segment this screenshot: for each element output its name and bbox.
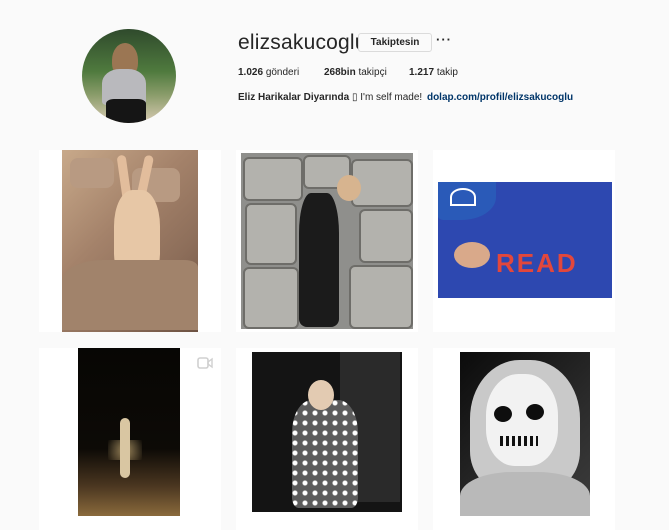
profile-bio: Eliz Harikalar Diyarında ▯ I'm self made… [238,92,573,103]
post-photo-skull [460,352,590,516]
shoulder [460,472,590,516]
stone [243,157,303,201]
face [308,380,334,410]
pillow [70,158,114,188]
head [337,175,361,201]
following-label: takip [436,67,458,78]
bio-link[interactable]: dolap.com/profil/elizsakucoglu [427,92,573,103]
posts-label: gönderi [265,67,300,78]
posts-count: 1.026 [238,67,264,78]
eye [494,406,512,422]
followers-label: takipçi [358,67,387,78]
post-photo-bed [62,150,198,332]
post-tile-3[interactable]: READ [433,150,615,332]
post-tile-2[interactable] [236,150,418,332]
profile-username: elizsakucoglu [238,31,367,54]
post-photo-hoodie: READ [438,182,612,298]
video-icon [197,357,213,369]
stone [349,265,413,329]
figure [120,418,130,478]
bed-sheet [62,260,198,330]
following-button[interactable]: Takiptesin [358,33,432,52]
more-options-icon[interactable]: ··· [436,32,452,47]
post-tile-4[interactable] [39,348,221,530]
post-tile-6[interactable] [433,348,615,530]
stone [243,267,299,329]
figure [299,193,339,327]
skull-mouth [500,436,538,446]
cap-logo [450,188,476,206]
posts-stat: 1.026 gönderi [238,67,299,78]
profile-avatar[interactable] [82,29,176,123]
following-stat[interactable]: 1.217 takip [409,67,458,78]
stone [245,203,297,265]
bio-name: Eliz Harikalar Diyarında [238,92,350,103]
post-photo-stone-wall [241,153,413,329]
hand [454,242,490,268]
post-photo-sparkle [252,352,402,512]
followers-count: 268bin [324,67,356,78]
hoodie-print: READ [496,248,578,278]
bio-text: I'm self made! [360,92,423,103]
post-tile-5[interactable] [236,348,418,530]
stone [359,209,413,263]
eye [526,404,544,420]
following-count: 1.217 [409,67,435,78]
sparkle-outfit [292,400,358,508]
followers-stat[interactable]: 268bin takipçi [324,67,387,78]
bio-emoji: ▯ [351,92,358,103]
avatar-legs [106,99,146,123]
post-photo-night [78,348,180,516]
post-tile-1[interactable] [39,150,221,332]
